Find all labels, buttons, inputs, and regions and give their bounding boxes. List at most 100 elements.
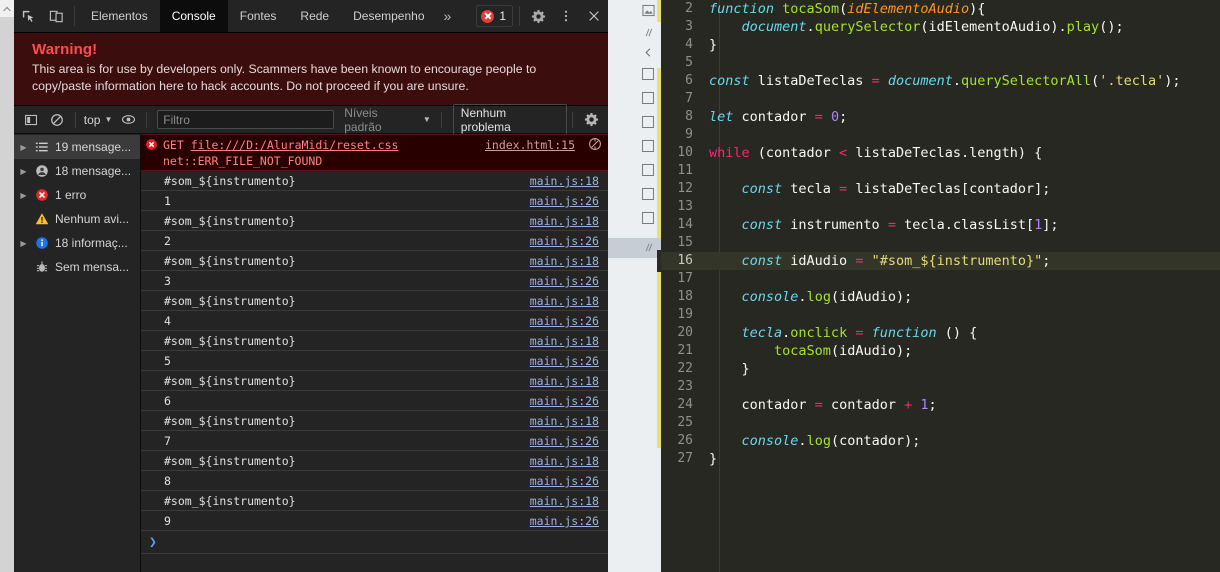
device-toolbar-icon[interactable] — [42, 0, 70, 32]
show-console-sidebar-icon[interactable] — [18, 109, 44, 131]
code-line[interactable]: 12 const tecla = listaDeTeclas[contador]… — [661, 180, 1220, 198]
log-source-link[interactable]: main.js:26 — [530, 233, 608, 249]
more-vertical-icon[interactable] — [552, 0, 580, 32]
filter-input[interactable]: Filtro — [157, 110, 335, 129]
issues-button[interactable]: Nenhum problema — [452, 103, 568, 136]
code-line[interactable]: 17 — [661, 270, 1220, 288]
log-source-link[interactable]: main.js:26 — [530, 313, 608, 329]
code-line[interactable]: 20 tecla.onclick = function () { — [661, 324, 1220, 342]
tab-console[interactable]: Console — [159, 0, 228, 32]
console-log-row[interactable]: 8 main.js:26 — [141, 471, 608, 491]
log-source-link[interactable]: main.js:26 — [530, 473, 608, 489]
log-source-link[interactable]: main.js:18 — [530, 293, 608, 309]
console-log-row[interactable]: #som_${instrumento} main.js:18 — [141, 491, 608, 511]
code-line[interactable]: 24 contador = contador + 1; — [661, 396, 1220, 414]
console-log-row[interactable]: 4 main.js:26 — [141, 311, 608, 331]
console-prompt-row[interactable]: ❯ — [141, 531, 608, 554]
log-source-link[interactable]: main.js:18 — [530, 453, 608, 469]
console-log-row[interactable]: #som_${instrumento} main.js:18 — [141, 451, 608, 471]
disclosure-arrow-icon-2[interactable]: ▶ — [18, 167, 29, 176]
log-source-link[interactable]: main.js:18 — [530, 413, 608, 429]
code-line[interactable]: 23 — [661, 378, 1220, 396]
code-line[interactable]: 15 — [661, 234, 1220, 252]
close-icon[interactable] — [580, 0, 608, 32]
code-line[interactable]: 25 — [661, 414, 1220, 432]
console-log-row[interactable]: 1 main.js:26 — [141, 191, 608, 211]
log-source-link[interactable]: main.js:26 — [530, 193, 608, 209]
error-count-badge[interactable]: 1 — [476, 5, 513, 27]
code-line[interactable]: 6 const listaDeTeclas = document.querySel… — [661, 72, 1220, 90]
code-line[interactable]: 5 — [661, 54, 1220, 72]
log-source-link[interactable]: main.js:26 — [530, 433, 608, 449]
console-log-row[interactable]: 2 main.js:26 — [141, 231, 608, 251]
inspect-element-icon[interactable] — [14, 0, 42, 32]
more-tabs-icon[interactable]: » — [437, 0, 459, 32]
code-line[interactable]: 2 function tocaSom(idElementoAudio){ — [661, 0, 1220, 18]
log-source-link[interactable]: main.js:18 — [530, 213, 608, 229]
gear-icon-console[interactable] — [578, 109, 604, 131]
code-line[interactable]: 9 — [661, 126, 1220, 144]
console-log-row[interactable]: 7 main.js:26 — [141, 431, 608, 451]
console-log-row[interactable]: #som_${instrumento} main.js:18 — [141, 291, 608, 311]
disclosure-arrow-icon-3[interactable]: ▶ — [18, 191, 29, 200]
log-source-link[interactable]: main.js:18 — [530, 493, 608, 509]
context-selector[interactable]: top ▼ — [81, 113, 116, 127]
console-log-row[interactable]: #som_${instrumento} main.js:18 — [141, 171, 608, 191]
scrollbar-up-arrow[interactable] — [0, 0, 14, 17]
tab-fontes[interactable]: Fontes — [228, 0, 289, 32]
console-message-list[interactable]: GET file:///D:/AluraMidi/reset.css net::… — [141, 134, 608, 572]
disclosure-arrow-icon-4[interactable]: ▶ — [18, 239, 29, 248]
console-log-row[interactable]: 3 main.js:26 — [141, 271, 608, 291]
gear-icon[interactable] — [524, 0, 552, 32]
sidebar-item-warnings[interactable]: Nenhum avi... — [14, 207, 140, 231]
console-log-row[interactable]: 5 main.js:26 — [141, 351, 608, 371]
log-source-link[interactable]: main.js:18 — [530, 173, 608, 189]
console-log-row[interactable]: #som_${instrumento} main.js:18 — [141, 371, 608, 391]
log-source-link[interactable]: main.js:18 — [530, 253, 608, 269]
code-line[interactable]: 16 const idAudio = "#som_${instrumento}"… — [661, 252, 1220, 270]
code-line[interactable]: 10 while (contador < listaDeTeclas.length… — [661, 144, 1220, 162]
code-line[interactable]: 13 — [661, 198, 1220, 216]
code-line[interactable]: 4} — [661, 36, 1220, 54]
sidebar-item-user-messages[interactable]: ▶ 18 mensage... — [14, 159, 140, 183]
code-line[interactable]: 7 — [661, 90, 1220, 108]
code-line[interactable]: 27} — [661, 450, 1220, 468]
error-source-link[interactable]: index.html:15 — [485, 137, 584, 153]
sidebar-item-verbose[interactable]: Sem mensa... — [14, 255, 140, 279]
log-source-link[interactable]: main.js:26 — [530, 393, 608, 409]
code-line[interactable]: 26 console.log(contador); — [661, 432, 1220, 450]
sidebar-item-errors[interactable]: ▶ 1 erro — [14, 183, 140, 207]
code-line[interactable]: 21 tocaSom(idAudio); — [661, 342, 1220, 360]
code-line[interactable]: 18 console.log(idAudio); — [661, 288, 1220, 306]
tab-desempenho[interactable]: Desempenho — [341, 0, 436, 32]
code-line[interactable]: 11 — [661, 162, 1220, 180]
code-editor[interactable]: 2 function tocaSom(idElementoAudio){3 doc… — [661, 0, 1220, 572]
disclosure-arrow-icon[interactable]: ▶ — [18, 143, 29, 152]
tab-elementos[interactable]: Elementos — [79, 0, 160, 32]
console-log-row[interactable]: #som_${instrumento} main.js:18 — [141, 211, 608, 231]
tab-rede[interactable]: Rede — [288, 0, 341, 32]
sidebar-item-info[interactable]: ▶ 18 informaç... — [14, 231, 140, 255]
sidebar-item-all-messages[interactable]: ▶ 19 mensage... — [14, 135, 140, 159]
console-log-row[interactable]: #som_${instrumento} main.js:18 — [141, 251, 608, 271]
code-line[interactable]: 22 } — [661, 360, 1220, 378]
issue-indicator-icon[interactable] — [588, 137, 602, 151]
code-line[interactable]: 14 const instrumento = tecla.classList[1… — [661, 216, 1220, 234]
live-expression-icon[interactable] — [115, 109, 141, 131]
console-log-row[interactable]: 6 main.js:26 — [141, 391, 608, 411]
log-source-link[interactable]: main.js:18 — [530, 333, 608, 349]
log-levels-selector[interactable]: Níveis padrão ▼ — [339, 106, 436, 134]
console-error-row[interactable]: GET file:///D:/AluraMidi/reset.css net::… — [141, 134, 608, 171]
clear-console-icon[interactable] — [44, 109, 70, 131]
log-source-link[interactable]: main.js:18 — [530, 373, 608, 389]
code-line[interactable]: 8 let contador = 0; — [661, 108, 1220, 126]
console-log-row[interactable]: 9 main.js:26 — [141, 511, 608, 531]
log-source-link[interactable]: main.js:26 — [530, 353, 608, 369]
console-log-row[interactable]: #som_${instrumento} main.js:18 — [141, 331, 608, 351]
code-line[interactable]: 3 document.querySelector(idElementoAudio… — [661, 18, 1220, 36]
console-log-row[interactable]: #som_${instrumento} main.js:18 — [141, 411, 608, 431]
page-scrollbar[interactable] — [0, 0, 14, 572]
log-source-link[interactable]: main.js:26 — [530, 273, 608, 289]
log-source-link[interactable]: main.js:26 — [530, 513, 608, 529]
code-line[interactable]: 19 — [661, 306, 1220, 324]
